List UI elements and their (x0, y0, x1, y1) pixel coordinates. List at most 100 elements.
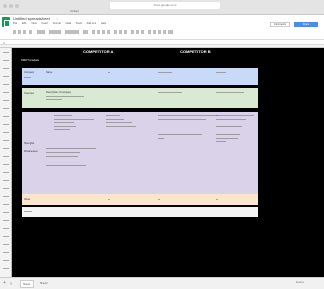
row-label[interactable]: Strengths (24, 142, 34, 145)
menu-insert[interactable]: Insert (41, 22, 48, 25)
row-overview[interactable]: Overview Description of company (22, 88, 258, 108)
fx-icon: fx (3, 40, 6, 45)
strikethrough-icon[interactable] (102, 30, 105, 34)
minimize-window-icon[interactable] (9, 4, 13, 8)
row-number[interactable] (3, 124, 9, 125)
share-button[interactable]: Share (294, 22, 318, 27)
sheet-tab-2[interactable]: Sheet2 (40, 280, 48, 288)
row-number[interactable] (3, 196, 9, 197)
row-label[interactable]: Notes (24, 198, 30, 201)
menu-data[interactable]: Data (66, 22, 71, 25)
row-number[interactable] (3, 180, 9, 181)
row-number[interactable] (3, 252, 9, 253)
menu-help[interactable]: Help (101, 22, 106, 25)
row-number[interactable] (3, 172, 9, 173)
cell-value[interactable]: Name (46, 71, 52, 74)
row-total[interactable] (22, 207, 258, 217)
row-number[interactable] (3, 164, 9, 165)
explore-button[interactable]: Explore (296, 281, 304, 284)
redo-icon[interactable] (23, 30, 26, 34)
row-label[interactable]: Overview (24, 92, 34, 95)
row-number[interactable] (3, 228, 9, 229)
row-number[interactable] (3, 116, 9, 117)
align-icon[interactable] (131, 30, 134, 34)
number-format-icons[interactable] (49, 30, 61, 34)
row-number[interactable] (3, 260, 9, 261)
browser-tab[interactable]: Untitled (70, 10, 78, 14)
cell-line (46, 99, 62, 100)
row-company[interactable]: Company Name (22, 68, 258, 85)
row-number-column[interactable] (0, 48, 12, 277)
star-icon[interactable]: ☆ (55, 16, 59, 21)
borders-icon[interactable] (119, 30, 122, 34)
comment-icon[interactable] (153, 30, 156, 34)
chart-icon[interactable] (158, 30, 161, 34)
close-window-icon[interactable] (3, 4, 7, 8)
row-swot[interactable]: Strengths Weaknesses (22, 112, 258, 194)
text-color-icon[interactable] (107, 30, 110, 34)
add-sheet-icon[interactable]: + (3, 281, 6, 286)
cell-line (54, 129, 70, 130)
document-title[interactable]: Untitled spreadsheet (13, 16, 50, 21)
all-sheets-icon[interactable]: ≡ (10, 281, 12, 286)
row-number[interactable] (3, 204, 9, 205)
row-number[interactable] (3, 60, 9, 61)
menu-edit[interactable]: Edit (22, 22, 26, 25)
valign-icon[interactable] (136, 30, 139, 34)
row-number[interactable] (3, 92, 9, 93)
menu-tools[interactable]: Tools (76, 22, 82, 25)
comments-button[interactable]: Comments (270, 22, 290, 27)
merge-cells-icon[interactable] (124, 30, 127, 34)
sheet-title[interactable]: SWOT Analysis (21, 59, 39, 62)
cell-line (216, 126, 242, 127)
menu-file[interactable]: File (13, 22, 17, 25)
row-number[interactable] (3, 220, 9, 221)
row-number[interactable] (3, 76, 9, 77)
row-label[interactable]: Company (24, 71, 34, 74)
menu-view[interactable]: View (31, 22, 37, 25)
italic-icon[interactable] (97, 30, 100, 34)
fill-color-icon[interactable] (114, 30, 117, 34)
sheet-tab-bar: + ≡ Sheet1 Sheet2 Explore (0, 277, 324, 289)
font-size-select[interactable] (83, 30, 88, 34)
sheet-tab-1[interactable]: Sheet1 (20, 280, 34, 288)
row-number[interactable] (3, 68, 9, 69)
row-number[interactable] (3, 156, 9, 157)
print-icon[interactable] (13, 30, 16, 34)
row-number[interactable] (3, 236, 9, 237)
row-number[interactable] (3, 132, 9, 133)
menu-addons[interactable]: Add-ons (86, 22, 96, 25)
row-number[interactable] (3, 268, 9, 269)
cell-line (24, 211, 32, 212)
filter-icon[interactable] (163, 30, 166, 34)
zoom-select[interactable] (37, 30, 45, 34)
row-number[interactable] (3, 84, 9, 85)
formatting-toolbar (13, 30, 213, 35)
row-number[interactable] (3, 244, 9, 245)
cell-value[interactable]: Description of company (46, 91, 71, 94)
row-number[interactable] (3, 188, 9, 189)
sheets-logo-icon[interactable] (2, 17, 10, 27)
row-notes[interactable]: Notes (22, 194, 258, 205)
row-label[interactable]: Weaknesses (24, 150, 38, 153)
maximize-window-icon[interactable] (15, 4, 19, 8)
row-number[interactable] (3, 212, 9, 213)
column-heading-b[interactable]: COMPETITOR B (180, 49, 211, 54)
row-number[interactable] (3, 52, 9, 53)
menu-format[interactable]: Format (53, 22, 61, 25)
undo-icon[interactable] (18, 30, 21, 34)
row-number[interactable] (3, 140, 9, 141)
bold-icon[interactable] (92, 30, 95, 34)
cell-line (158, 115, 218, 116)
row-number[interactable] (3, 108, 9, 109)
functions-icon[interactable] (168, 30, 173, 34)
spreadsheet-grid[interactable]: COMPETITOR A COMPETITOR B SWOT Analysis … (12, 48, 324, 277)
paint-format-icon[interactable] (29, 30, 32, 34)
font-select[interactable] (65, 30, 79, 34)
link-icon[interactable] (148, 30, 151, 34)
wrap-icon[interactable] (141, 30, 144, 34)
row-number[interactable] (3, 100, 9, 101)
address-bar[interactable]: docs.google.com (110, 2, 220, 9)
column-heading-a[interactable]: COMPETITOR A (83, 49, 113, 54)
row-number[interactable] (3, 148, 9, 149)
